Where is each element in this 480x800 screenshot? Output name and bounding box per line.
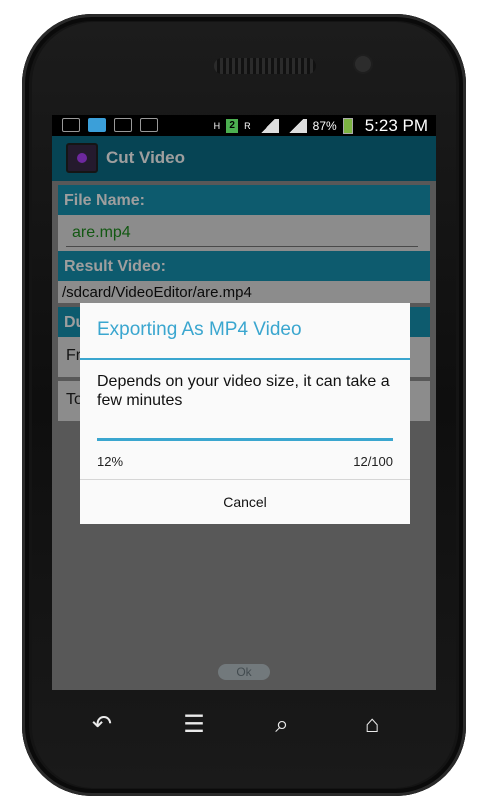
image-icon xyxy=(114,118,132,132)
battery-percent: 87% xyxy=(312,119,337,133)
export-progress-bar xyxy=(97,438,393,441)
progress-fill xyxy=(97,438,393,441)
export-progress-dialog: Exporting As MP4 Video Depends on your v… xyxy=(80,303,410,524)
status-bar: H 2 R 87% 5:23 PM xyxy=(52,115,436,136)
briefcase-icon xyxy=(140,118,158,132)
dialog-message: Depends on your video size, it can take … xyxy=(97,373,390,409)
keyboard-icon xyxy=(62,118,80,132)
dialog-title-divider xyxy=(80,358,410,360)
battery-icon xyxy=(342,118,353,134)
back-icon[interactable]: ↶ xyxy=(82,712,122,738)
search-icon[interactable]: ⌕ xyxy=(262,712,302,738)
network-2-icon: 2 xyxy=(226,119,239,133)
cancel-button[interactable]: Cancel xyxy=(80,480,410,524)
menu-icon[interactable]: ☰ xyxy=(174,712,214,738)
screen: H 2 R 87% 5:23 PM Cut Video File Name: a… xyxy=(52,115,436,690)
wifi-icon xyxy=(88,118,106,132)
navigation-bar: ↶ ☰ ⌕ ⌂ xyxy=(52,690,436,760)
roaming-indicator: R xyxy=(244,121,251,131)
signal-icon xyxy=(284,119,307,133)
earpiece-speaker xyxy=(214,58,316,74)
front-camera xyxy=(355,56,371,72)
progress-percent: 12% xyxy=(97,454,124,469)
home-icon[interactable]: ⌂ xyxy=(352,712,392,738)
progress-count: 12/100 xyxy=(353,454,393,469)
h-arrows-icon: H xyxy=(213,121,221,131)
clock: 5:23 PM xyxy=(364,116,428,135)
dialog-title: Exporting As MP4 Video xyxy=(97,319,302,340)
signal-icon xyxy=(256,119,279,133)
